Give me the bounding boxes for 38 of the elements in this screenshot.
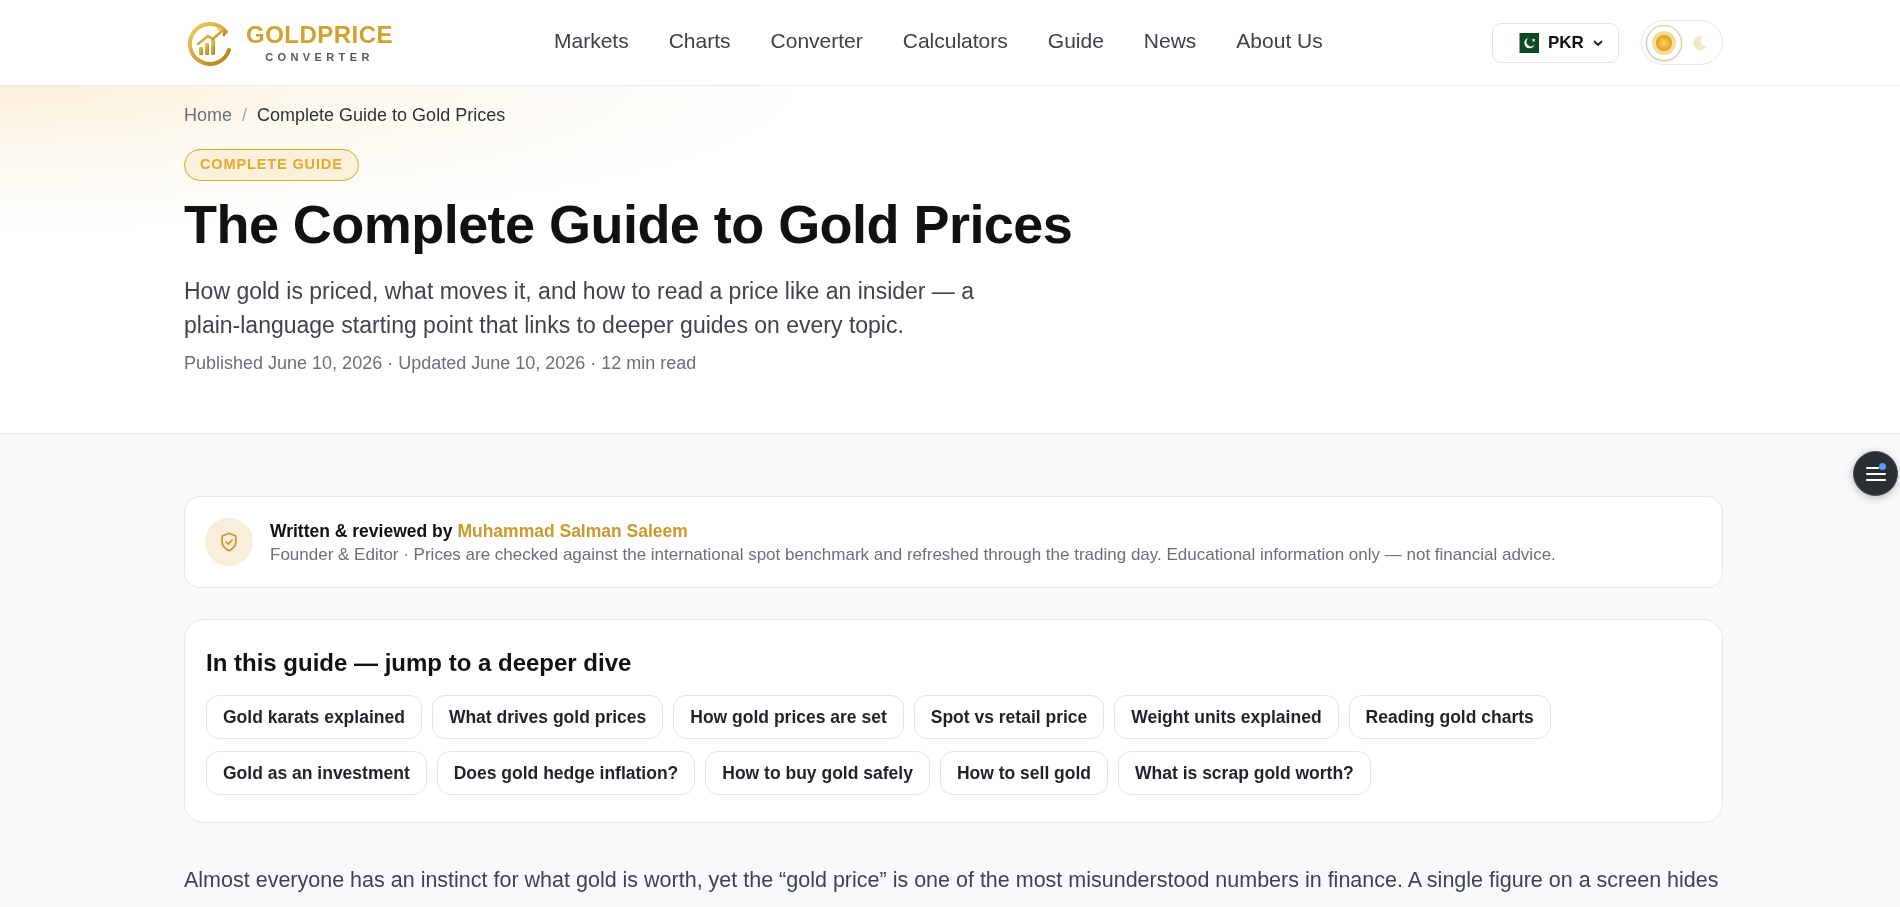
author-byline: Written & reviewed by Muhammad Salman Saleem <box>270 519 688 543</box>
author-details: Founder & Editor · Prices are checked against the international spot benchmark and refreshed through the trading day. Educational information only — not financial advice. <box>270 543 1556 566</box>
breadcrumb-current: Complete Guide to Gold Prices <box>257 104 506 127</box>
nav-link[interactable]: Calculators <box>902 26 1008 55</box>
nav-link[interactable]: Converter <box>770 26 863 55</box>
topic-chip[interactable]: How to sell gold <box>939 751 1109 795</box>
page-title: The Complete Guide to Gold Prices <box>184 193 1073 255</box>
topic-chip[interactable]: What drives gold prices <box>431 695 664 739</box>
flag-icon <box>1513 32 1539 53</box>
nav-link[interactable]: Markets <box>554 26 629 55</box>
topic-chip[interactable]: How gold prices are set <box>673 695 904 739</box>
guide-heading: In this guide — jump to a deeper dive <box>206 648 632 678</box>
coin-bar-chart-icon[interactable] <box>186 19 232 66</box>
breadcrumb-link[interactable]: Home <box>184 103 232 127</box>
topic-chip[interactable]: Reading gold charts <box>1348 695 1551 739</box>
topic-chip[interactable]: Spot vs retail price <box>913 695 1105 739</box>
moon-icon <box>1692 34 1708 51</box>
lines-icon <box>1865 465 1886 482</box>
topic-chip[interactable]: Weight units explained <box>1114 695 1339 739</box>
logo-subtitle[interactable]: CONVERTER <box>265 49 374 64</box>
theme-toggle[interactable] <box>1641 20 1723 65</box>
shield-check-icon <box>205 518 253 566</box>
category-badge: COMPLETE GUIDE <box>184 149 359 181</box>
body-paragraph: Almost everyone has an instinct for what gold is worth, yet the “gold price” is one of the most misunderstood numbers in finance. A single figure on a screen hides <box>184 867 1719 894</box>
topic-chip[interactable]: Does gold hedge inflation? <box>436 751 696 795</box>
topic-chip[interactable]: What is scrap gold worth? <box>1118 751 1371 795</box>
publish-meta: Published June 10, 2026 · Updated June 10, 2026 · 12 min read <box>184 352 697 375</box>
nav-link[interactable]: Guide <box>1047 26 1104 55</box>
nav-link[interactable]: About Us <box>1236 26 1323 55</box>
nav-link[interactable]: News <box>1143 26 1197 55</box>
page-subtitle: How gold is priced, what moves it, and how to read a price like an insider — a plain-language starting point that links to deeper guides on every topic. <box>184 277 976 340</box>
currency-selector[interactable]: PKR <box>1492 22 1619 63</box>
topic-chip[interactable]: How to buy gold safely <box>705 751 930 795</box>
breadcrumb-separator: / <box>242 104 248 127</box>
nav-link[interactable]: Charts <box>668 26 731 55</box>
topic-chip[interactable]: Gold as an investment <box>206 751 427 795</box>
contents-button[interactable] <box>1853 451 1898 496</box>
topic-chip[interactable]: Gold karats explained <box>206 695 422 739</box>
